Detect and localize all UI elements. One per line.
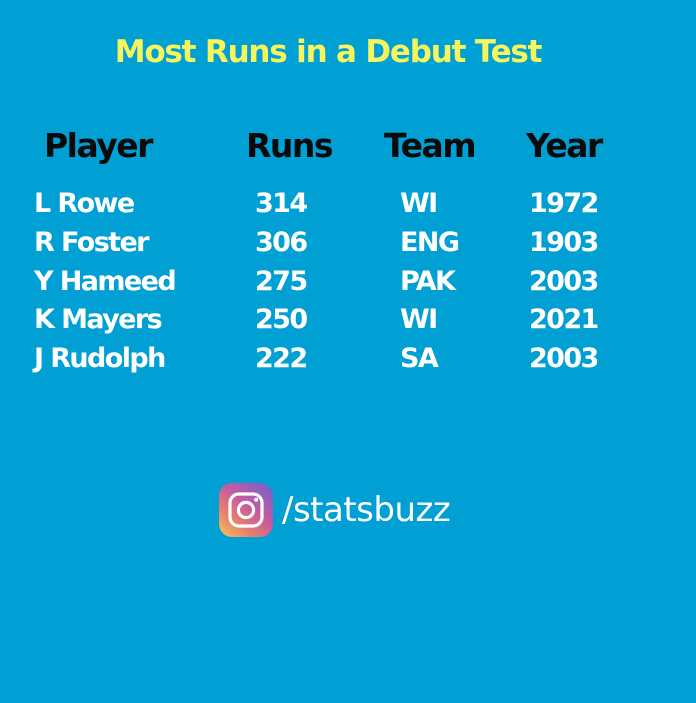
instagram-icon (219, 483, 273, 537)
cell-year: 2003 (529, 266, 599, 297)
table-header: Player Runs Team Year (0, 124, 696, 168)
cell-team: WI (400, 188, 438, 219)
cell-runs: 222 (255, 343, 308, 374)
header-year: Year (526, 126, 603, 165)
handle-text: /statsbuzz (282, 490, 451, 530)
cell-player: Y Hameed (34, 266, 177, 297)
cell-runs: 275 (255, 266, 308, 297)
cell-player: L Rowe (34, 188, 135, 219)
cell-runs: 314 (255, 188, 308, 219)
cell-year: 1903 (529, 227, 599, 258)
cell-player: K Mayers (34, 304, 163, 335)
header-team: Team (384, 126, 477, 165)
cell-team: ENG (400, 227, 460, 258)
cell-runs: 250 (255, 304, 308, 335)
cell-year: 1972 (529, 188, 599, 219)
cell-team: SA (400, 343, 439, 374)
cell-player: J Rudolph (34, 343, 166, 374)
cell-team: WI (400, 304, 438, 335)
social-handle: /statsbuzz (219, 483, 451, 537)
page-title: Most Runs in a Debut Test (114, 34, 543, 70)
header-player: Player (44, 126, 153, 165)
cell-runs: 306 (255, 227, 308, 258)
cell-year: 2021 (529, 304, 599, 335)
cell-player: R Foster (34, 227, 150, 258)
cell-team: PAK (400, 266, 456, 297)
cell-year: 2003 (529, 343, 599, 374)
header-runs: Runs (246, 126, 334, 165)
